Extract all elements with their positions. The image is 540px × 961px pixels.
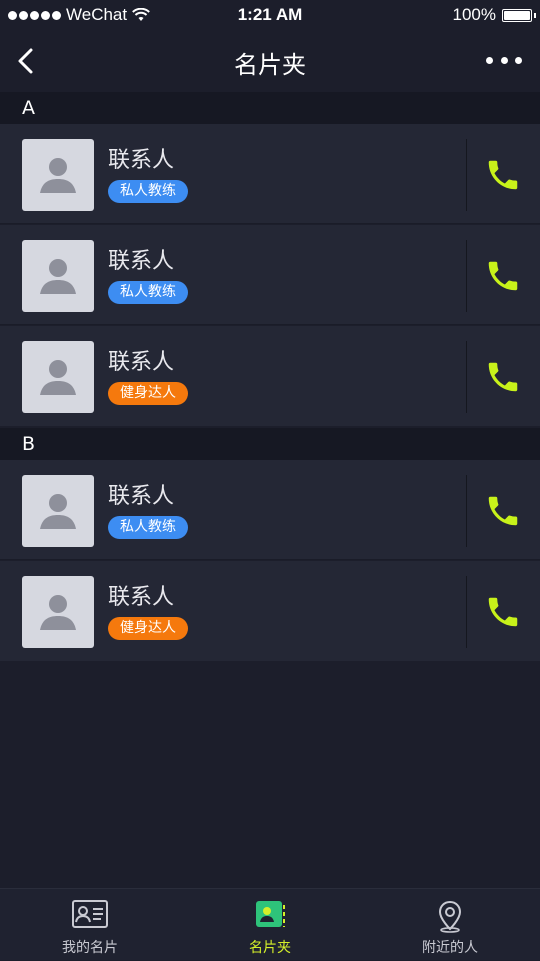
more-dot-icon (500, 56, 508, 64)
person-placeholder-icon (40, 494, 76, 529)
tab-label: 我的名片 (62, 940, 118, 956)
more-dot-icon (515, 56, 522, 64)
location-pin-icon (438, 900, 462, 933)
card-holder-icon (256, 901, 285, 927)
section-header-a: A (0, 92, 540, 124)
tab-my-card[interactable]: 我的名片 (0, 889, 180, 961)
contact-tag: 私人教练 (108, 281, 188, 304)
tab-bar: 我的名片 名片夹 附近的人 (0, 888, 540, 960)
contact-row[interactable]: 联系人 健身达人 (0, 326, 540, 426)
person-placeholder-icon (40, 595, 76, 630)
battery-icon (502, 8, 536, 22)
row-bottom-line (0, 223, 540, 224)
id-card-icon (72, 900, 108, 928)
row-divider (466, 139, 467, 211)
contact-name: 联系人 (108, 350, 175, 375)
contact-row[interactable]: 联系人 私人教练 (0, 225, 540, 325)
tab-nearby[interactable]: 附近的人 (360, 889, 540, 961)
row-divider (466, 576, 467, 648)
row-bottom-line (0, 324, 540, 325)
contact-row[interactable]: 联系人 健身达人 (0, 561, 540, 661)
contact-name: 联系人 (108, 148, 175, 173)
row-divider (466, 475, 467, 547)
avatar (22, 139, 94, 211)
section-header-b: B (0, 428, 540, 460)
tab-label: 名片夹 (249, 940, 291, 956)
phone-icon (488, 496, 518, 526)
contact-tag: 健身达人 (108, 382, 188, 405)
phone-icon (488, 597, 518, 627)
contact-name: 联系人 (108, 484, 175, 509)
page-title: 名片夹 (234, 51, 306, 79)
more-button[interactable] (486, 50, 522, 70)
contact-row[interactable]: 联系人 私人教练 (0, 460, 540, 560)
avatar (22, 576, 94, 648)
status-right: 100% (452, 5, 536, 25)
avatar (22, 475, 94, 547)
contact-row[interactable]: 联系人 私人教练 (0, 124, 540, 224)
nav-bar: 名片夹 (0, 30, 540, 92)
phone-icon (488, 160, 518, 190)
row-divider (466, 341, 467, 413)
tab-card-holder[interactable]: 名片夹 (180, 889, 360, 961)
person-placeholder-icon (40, 259, 76, 294)
contact-name: 联系人 (108, 585, 175, 610)
person-placeholder-icon (40, 360, 76, 395)
call-button[interactable] (482, 255, 524, 297)
battery-percent: 100% (452, 5, 496, 24)
call-button[interactable] (482, 490, 524, 532)
contact-tag: 私人教练 (108, 180, 188, 203)
tab-label: 附近的人 (422, 940, 478, 956)
more-dot-icon (486, 56, 493, 64)
row-divider (466, 240, 467, 312)
person-placeholder-icon (40, 158, 76, 193)
phone-icon (488, 261, 518, 291)
call-button[interactable] (482, 356, 524, 398)
contact-name: 联系人 (108, 249, 175, 274)
call-button[interactable] (482, 591, 524, 633)
avatar (22, 341, 94, 413)
status-bar: WeChat 1:21 AM 100% (0, 0, 540, 30)
phone-icon (488, 362, 518, 392)
call-button[interactable] (482, 154, 524, 196)
contact-tag: 健身达人 (108, 617, 188, 640)
avatar (22, 240, 94, 312)
row-bottom-line (0, 559, 540, 560)
contact-tag: 私人教练 (108, 516, 188, 539)
